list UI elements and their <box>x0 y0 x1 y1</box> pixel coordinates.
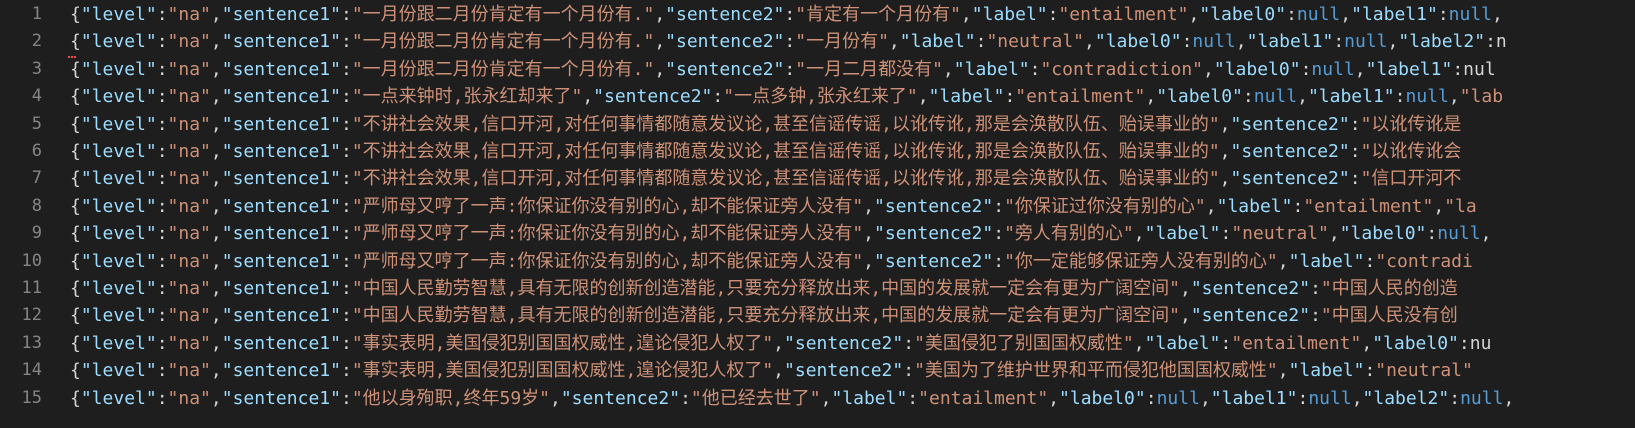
line-number: 9 <box>31 223 42 244</box>
code-editor[interactable]: 1 {"level":"na","sentence1":"一月份跟二月份肯定有一个… <box>0 0 1635 428</box>
line-code: {"level":"na","sentence1":"严师母又哼了一声:你保证你… <box>70 195 1477 217</box>
line-code: {"level":"na","sentence1":"中国人民勤劳智慧,具有无限… <box>70 305 1458 327</box>
line-code: {"level":"na","sentence1":"中国人民勤劳智慧,具有无限… <box>70 278 1458 299</box>
editor-line[interactable]: 13 {"level":"na","sentence1":"事实表明,美国侵犯别国… <box>0 330 1635 357</box>
editor-line[interactable]: 8 {"level":"na","sentence1":"严师母又哼了一声:你保证… <box>0 193 1635 220</box>
line-code: {"level":"na","sentence1":"一月份跟二月份肯定有一个月… <box>70 31 1507 53</box>
line-code: {"level":"na","sentence1":"他以身殉职,终年59岁",… <box>70 387 1515 409</box>
line-code: {"level":"na","sentence1":"不讲社会效果,信口开河,对… <box>70 141 1462 162</box>
editor-line[interactable]: 5 {"level":"na","sentence1":"不讲社会效果,信口开河,… <box>0 111 1635 138</box>
line-code: {"level":"na","sentence1":"严师母又哼了一声:你保证你… <box>70 250 1473 272</box>
line-number: 11 <box>21 278 42 298</box>
line-code: {"level":"na","sentence1":"不讲社会效果,信口开河,对… <box>70 113 1462 135</box>
editor-line[interactable]: 10 {"level":"na","sentence1":"严师母又哼了一声:你保… <box>0 248 1635 275</box>
line-code: {"level":"na","sentence1":"事实表明,美国侵犯别国国权… <box>70 332 1492 354</box>
line-number: 4 <box>31 86 42 107</box>
line-number: 7 <box>31 168 42 189</box>
line-code: {"level":"na","sentence1":"事实表明,美国侵犯别国国权… <box>70 360 1473 382</box>
line-number: 3 <box>31 58 42 79</box>
line-number: 6 <box>31 141 42 161</box>
editor-line[interactable]: 14 {"level":"na","sentence1":"事实表明,美国侵犯别国… <box>0 357 1635 384</box>
line-code: {"level":"na","sentence1":"严师母又哼了一声:你保证你… <box>70 223 1492 245</box>
editor-line[interactable]: 15 {"level":"na","sentence1":"他以身殉职,终年59岁… <box>0 385 1635 412</box>
line-number: 5 <box>31 113 42 134</box>
editor-line[interactable]: 1 {"level":"na","sentence1":"一月份跟二月份肯定有一个… <box>0 1 1635 28</box>
line-number: 12 <box>21 305 42 326</box>
line-code: {"level":"na","sentence1":"一月份跟二月份肯定有一个月… <box>70 58 1496 80</box>
editor-line[interactable]: 9 {"level":"na","sentence1":"严师母又哼了一声:你保证… <box>0 220 1635 247</box>
line-code: {"level":"na","sentence1":"一月份跟二月份肯定有一个月… <box>70 4 1503 25</box>
editor-line[interactable]: 12 {"level":"na","sentence1":"中国人民勤劳智慧,具有… <box>0 302 1635 329</box>
line-number: 14 <box>21 360 42 381</box>
editor-line[interactable]: 11 {"level":"na","sentence1":"中国人民勤劳智慧,具有… <box>0 275 1635 302</box>
editor-line[interactable]: 2 {"level":"na","sentence1":"一月份跟二月份肯定有一个… <box>0 28 1635 59</box>
line-number: 2 <box>31 31 42 52</box>
editor-line[interactable]: 3 {"level":"na","sentence1":"一月份跟二月份肯定有一个… <box>0 56 1635 83</box>
line-number: 13 <box>21 332 42 353</box>
editor-line[interactable]: 7 {"level":"na","sentence1":"不讲社会效果,信口开河,… <box>0 165 1635 192</box>
line-number: 10 <box>21 250 42 271</box>
line-code: {"level":"na","sentence1":"不讲社会效果,信口开河,对… <box>70 168 1462 190</box>
editor-line[interactable]: 4 {"level":"na","sentence1":"一点来钟时,张永红却来了… <box>0 83 1635 110</box>
line-number: 8 <box>31 195 42 216</box>
line-number: 15 <box>21 387 42 408</box>
line-code: {"level":"na","sentence1":"一点来钟时,张永红却来了"… <box>70 86 1504 108</box>
editor-line[interactable]: 6 {"level":"na","sentence1":"不讲社会效果,信口开河,… <box>0 138 1635 165</box>
line-number: 1 <box>31 4 42 24</box>
